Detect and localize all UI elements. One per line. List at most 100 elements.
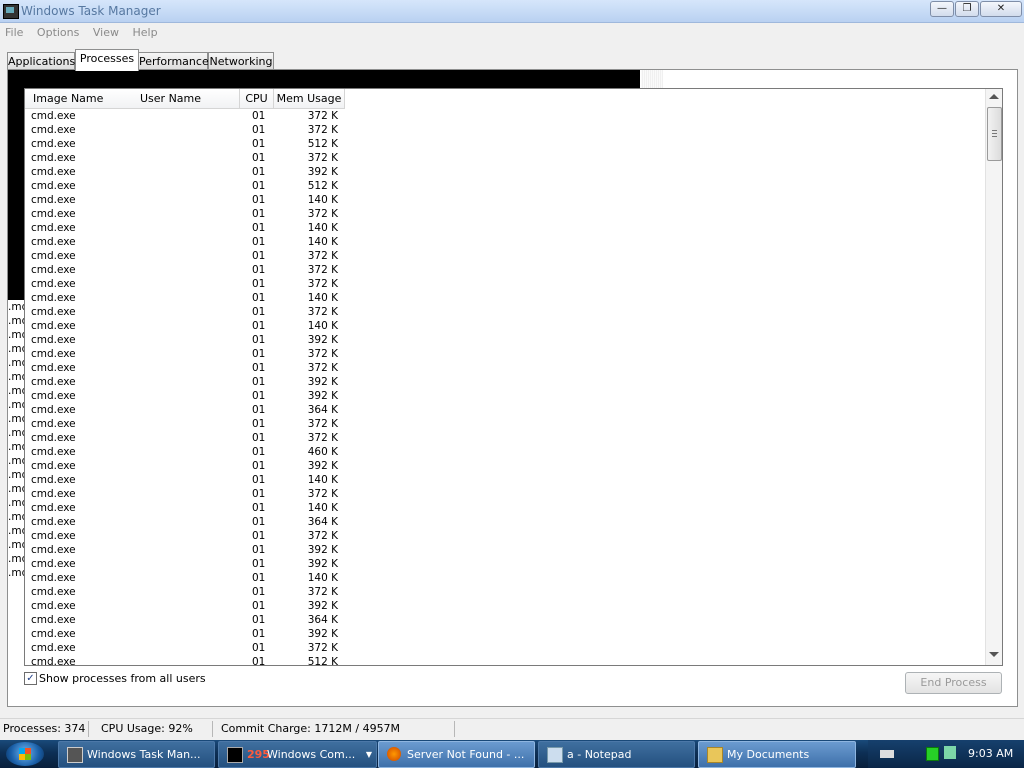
cpu-cell: 01 <box>252 460 266 472</box>
table-row[interactable]: cmd.exe 01 392 K <box>25 627 345 641</box>
table-row[interactable]: cmd.exe 01 140 K <box>25 571 345 585</box>
close-button[interactable]: ✕ <box>980 1 1022 17</box>
table-row[interactable]: cmd.exe 01 372 K <box>25 277 345 291</box>
table-row[interactable]: cmd.exe 01 392 K <box>25 459 345 473</box>
table-row[interactable]: cmd.exe 01 364 K <box>25 613 345 627</box>
chevron-down-icon: ▼ <box>365 750 372 759</box>
taskbar-button-firefox[interactable]: Server Not Found - ... <box>378 741 535 768</box>
table-row[interactable]: cmd.exe 01 392 K <box>25 333 345 347</box>
keyboard-icon[interactable] <box>880 750 894 758</box>
show-all-users-label[interactable]: Show processes from all users <box>39 672 206 685</box>
clock[interactable]: 9:03 AM <box>968 740 1013 768</box>
table-row[interactable]: cmd.exe 01 140 K <box>25 473 345 487</box>
table-row[interactable]: cmd.exe 01 372 K <box>25 361 345 375</box>
stray-text: .md <box>8 413 24 425</box>
taskbar-button-notepad[interactable]: a - Notepad <box>538 741 695 768</box>
table-row[interactable]: cmd.exe 01 140 K <box>25 193 345 207</box>
table-row[interactable]: cmd.exe 01 372 K <box>25 585 345 599</box>
column-mem-usage[interactable]: Mem Usage <box>274 89 345 109</box>
table-row[interactable]: cmd.exe 01 372 K <box>25 207 345 221</box>
table-row[interactable]: cmd.exe 01 140 K <box>25 291 345 305</box>
menu-options[interactable]: Options <box>32 24 84 42</box>
taskbar-button-command-prompt[interactable]: 295 Windows Com... ▼ <box>218 741 377 768</box>
end-process-button[interactable]: End Process <box>905 672 1002 694</box>
mem-usage-cell: 372 K <box>307 110 338 122</box>
table-row[interactable]: cmd.exe 01 372 K <box>25 347 345 361</box>
table-row[interactable]: cmd.exe 01 512 K <box>25 179 345 193</box>
table-row[interactable]: cmd.exe 01 372 K <box>25 529 345 543</box>
table-row[interactable]: cmd.exe 01 392 K <box>25 389 345 403</box>
table-row[interactable]: cmd.exe 01 364 K <box>25 515 345 529</box>
table-row[interactable]: cmd.exe 01 140 K <box>25 235 345 249</box>
mem-usage-cell: 140 K <box>307 292 338 304</box>
mem-usage-cell: 392 K <box>307 460 338 472</box>
table-row[interactable]: cmd.exe 01 372 K <box>25 431 345 445</box>
table-row[interactable]: cmd.exe 01 372 K <box>25 487 345 501</box>
mem-usage-cell: 460 K <box>307 446 338 458</box>
table-row[interactable]: cmd.exe 01 392 K <box>25 165 345 179</box>
table-row[interactable]: cmd.exe 01 372 K <box>25 151 345 165</box>
maximize-button[interactable]: ❐ <box>955 1 979 17</box>
table-row[interactable]: cmd.exe 01 392 K <box>25 375 345 389</box>
show-all-users-checkbox[interactable]: ✓ <box>24 672 37 685</box>
scroll-up-arrow-icon[interactable] <box>989 94 999 99</box>
table-row[interactable]: cmd.exe 01 372 K <box>25 123 345 137</box>
image-name-cell: cmd.exe <box>31 446 76 458</box>
tab-performance[interactable]: Performance <box>138 52 209 70</box>
table-row[interactable]: cmd.exe 01 364 K <box>25 403 345 417</box>
table-row[interactable]: cmd.exe 01 392 K <box>25 599 345 613</box>
title-bar[interactable]: Windows Task Manager — ❐ ✕ <box>0 0 1024 23</box>
table-row[interactable]: cmd.exe 01 140 K <box>25 501 345 515</box>
tab-processes[interactable]: Processes <box>75 49 139 71</box>
menu-view[interactable]: View <box>88 24 124 42</box>
folder-icon <box>707 747 723 763</box>
tab-applications[interactable]: Applications <box>7 52 75 70</box>
table-row[interactable]: cmd.exe 01 140 K <box>25 319 345 333</box>
vertical-scrollbar[interactable] <box>985 89 1002 665</box>
table-row[interactable]: cmd.exe 01 372 K <box>25 417 345 431</box>
menu-file[interactable]: File <box>0 24 28 42</box>
cpu-cell: 01 <box>252 124 266 136</box>
table-row[interactable]: cmd.exe 01 372 K <box>25 263 345 277</box>
column-user-name[interactable]: User Name <box>133 89 240 109</box>
cpu-cell: 01 <box>252 306 266 318</box>
tab-networking[interactable]: Networking <box>208 52 274 70</box>
taskbar-button-my-documents[interactable]: My Documents <box>698 741 856 768</box>
taskbar-button-task-manager[interactable]: Windows Task Man... <box>58 741 215 768</box>
cpu-cell: 01 <box>252 656 266 666</box>
table-row[interactable]: cmd.exe 01 512 K <box>25 655 345 666</box>
process-rows: cmd.exe 01 372 K cmd.exe 01 372 K cmd.exe 01 512… <box>25 109 345 666</box>
image-name-cell: cmd.exe <box>31 418 76 430</box>
image-name-cell: cmd.exe <box>31 138 76 150</box>
table-row[interactable]: cmd.exe 01 512 K <box>25 137 345 151</box>
start-button[interactable] <box>6 742 44 766</box>
table-row[interactable]: cmd.exe 01 372 K <box>25 641 345 655</box>
menu-help[interactable]: Help <box>127 24 162 42</box>
status-green-icon[interactable] <box>926 747 939 761</box>
image-name-cell: cmd.exe <box>31 236 76 248</box>
image-name-cell: cmd.exe <box>31 600 76 612</box>
table-row[interactable]: cmd.exe 01 372 K <box>25 249 345 263</box>
minimize-button[interactable]: — <box>930 1 954 17</box>
mem-usage-cell: 372 K <box>307 348 338 360</box>
column-cpu[interactable]: CPU <box>240 89 274 109</box>
table-row[interactable]: cmd.exe 01 140 K <box>25 221 345 235</box>
table-row[interactable]: cmd.exe 01 460 K <box>25 445 345 459</box>
process-list[interactable]: Image Name User Name CPU Mem Usage cmd.e… <box>24 88 1003 666</box>
stray-text: .md <box>8 455 24 467</box>
network-icon[interactable] <box>944 746 956 759</box>
table-row[interactable]: cmd.exe 01 392 K <box>25 557 345 571</box>
mem-usage-cell: 392 K <box>307 558 338 570</box>
table-row[interactable]: cmd.exe 01 372 K <box>25 305 345 319</box>
scroll-down-arrow-icon[interactable] <box>989 652 999 657</box>
scrollbar-thumb[interactable] <box>987 107 1002 161</box>
image-name-cell: cmd.exe <box>31 544 76 556</box>
column-image-name[interactable]: Image Name <box>25 89 141 109</box>
stray-text: .md <box>8 427 24 439</box>
mem-usage-cell: 364 K <box>307 614 338 626</box>
table-row[interactable]: cmd.exe 01 392 K <box>25 543 345 557</box>
table-row[interactable]: cmd.exe 01 372 K <box>25 109 345 123</box>
image-name-cell: cmd.exe <box>31 488 76 500</box>
mem-usage-cell: 372 K <box>307 488 338 500</box>
mem-usage-cell: 372 K <box>307 208 338 220</box>
